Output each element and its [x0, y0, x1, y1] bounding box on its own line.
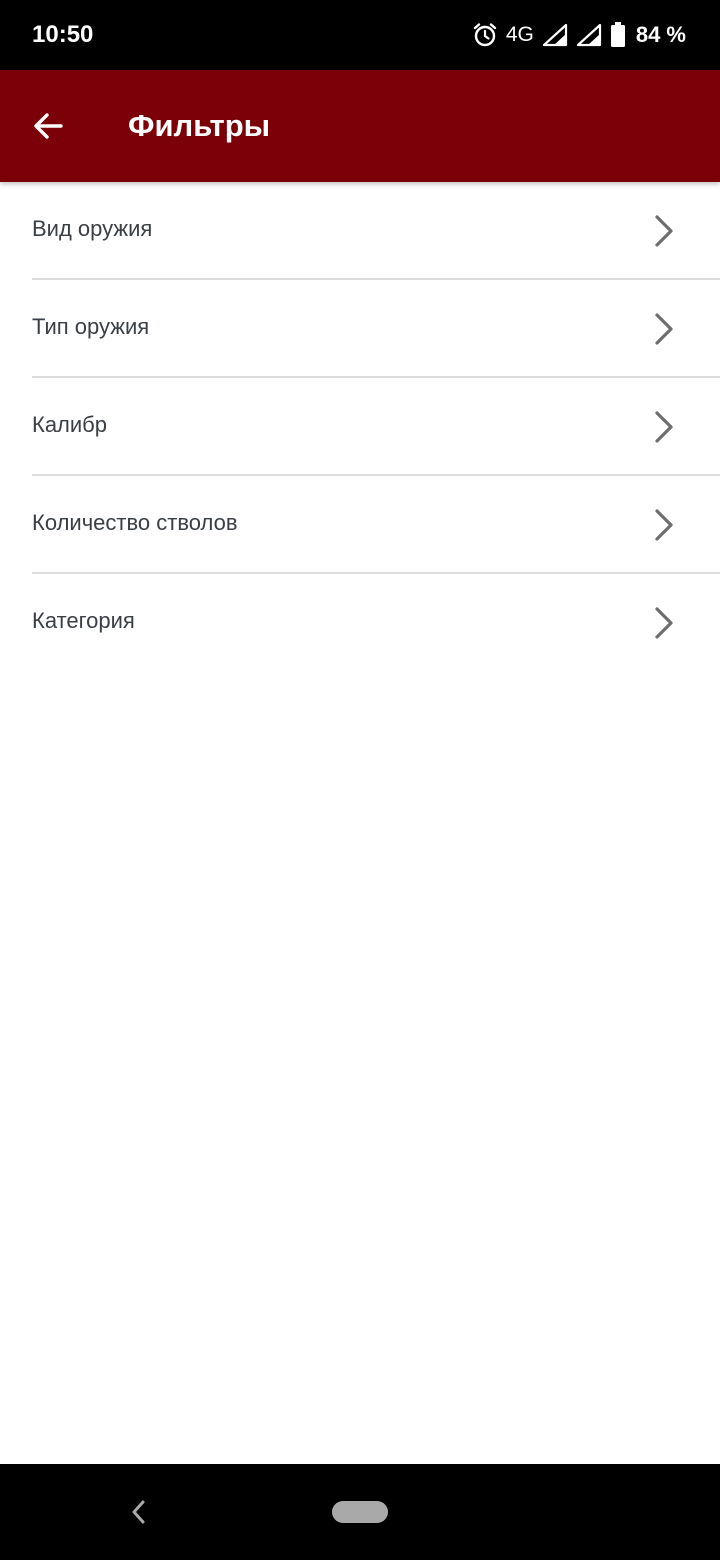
- alarm-icon: [473, 23, 497, 47]
- chevron-right-icon: [655, 313, 673, 345]
- signal-icon: [542, 23, 567, 47]
- filter-item-label: Категория: [32, 608, 135, 633]
- nav-home-button[interactable]: [332, 1501, 388, 1523]
- filter-item-barrel-count[interactable]: Количество стволов: [0, 476, 720, 574]
- chevron-right-icon: [655, 411, 673, 443]
- chevron-right-icon: [655, 509, 673, 541]
- filter-item-label: Тип оружия: [32, 314, 150, 339]
- status-icons: 4G 84 %: [464, 20, 686, 50]
- filter-item-label: Количество стволов: [32, 510, 238, 535]
- filter-item-category[interactable]: Категория: [0, 574, 720, 672]
- page-title: Фильтры: [128, 108, 271, 143]
- filter-item-weapon-kind[interactable]: Вид оружия: [0, 182, 720, 280]
- status-time: 10:50: [32, 21, 94, 48]
- chevron-right-icon: [655, 607, 673, 639]
- battery-icon: [610, 22, 625, 47]
- battery-percent: 84 %: [635, 22, 686, 47]
- chevron-right-icon: [655, 215, 673, 247]
- network-type: 4G: [505, 23, 534, 46]
- signal-icon: [576, 23, 601, 47]
- filter-list: Вид оружия Тип оружия Калибр Количество …: [0, 182, 720, 672]
- nav-back-icon[interactable]: [128, 1498, 150, 1526]
- back-button[interactable]: [20, 100, 76, 152]
- status-bar: 10:50 4G 84 %: [0, 0, 720, 70]
- arrow-left-icon: [34, 113, 63, 139]
- filter-item-weapon-type[interactable]: Тип оружия: [0, 280, 720, 378]
- system-nav-bar: [0, 1464, 720, 1560]
- filter-item-label: Калибр: [32, 412, 108, 437]
- app-bar: Фильтры: [0, 70, 720, 182]
- filter-item-caliber[interactable]: Калибр: [0, 378, 720, 476]
- filter-item-label: Вид оружия: [32, 216, 153, 241]
